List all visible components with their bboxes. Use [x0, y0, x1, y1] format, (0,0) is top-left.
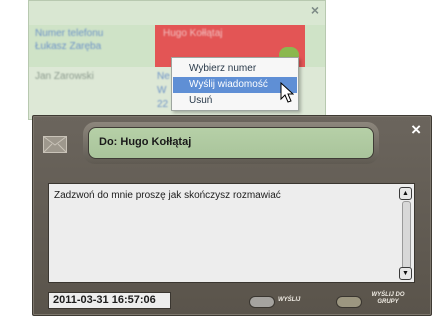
datetime-field: 2011-03-31 16:57:06 — [48, 292, 171, 309]
contact-list-close-icon[interactable]: × — [308, 3, 322, 17]
scroll-up-button[interactable]: ▲ — [399, 187, 412, 200]
contact-detail: 22 — [157, 99, 169, 110]
recipient-label: Do: Hugo Kołłątaj — [88, 127, 374, 159]
contact-label: Numer telefonu — [35, 28, 104, 39]
envelope-icon — [43, 136, 67, 153]
message-text: Zadzwoń do mnie proszę jak skończysz roz… — [54, 190, 281, 201]
message-scrollbar[interactable]: ▲ ▼ — [399, 187, 412, 280]
menu-item-send-message[interactable]: Wyślij wiadomość — [173, 77, 297, 93]
send-button[interactable] — [249, 296, 275, 308]
menu-item-select-number[interactable]: Wybierz numer — [173, 61, 297, 77]
send-to-group-label-line1: WYŚLIJ DO — [371, 292, 405, 298]
contact-name: Łukasz Zaręba — [35, 41, 102, 52]
scroll-track[interactable] — [402, 201, 411, 269]
contact-detail: Ne — [157, 71, 170, 82]
close-icon[interactable]: × — [411, 121, 421, 139]
send-to-group-button[interactable] — [336, 296, 362, 308]
contact-detail: W — [157, 85, 167, 96]
mouse-pointer-icon — [280, 82, 294, 103]
contact-highlight-name: Hugo Kołłątaj — [163, 28, 223, 39]
send-to-group-label[interactable]: WYŚLIJ DO GRUPY — [365, 292, 411, 306]
message-textarea[interactable]: Zadzwoń do mnie proszę jak skończysz roz… — [48, 183, 415, 283]
menu-item-delete[interactable]: Usuń — [173, 93, 297, 109]
send-button-label[interactable]: WYŚLIJ — [278, 297, 300, 304]
contact-name: Jan Zarowski — [35, 71, 94, 82]
scroll-down-button[interactable]: ▼ — [399, 267, 412, 280]
send-to-group-label-line2: GRUPY — [377, 299, 399, 305]
message-dialog: Do: Hugo Kołłątaj × Zadzwoń do mnie pros… — [32, 115, 432, 316]
recipient-panel: Do: Hugo Kołłątaj — [83, 122, 379, 164]
